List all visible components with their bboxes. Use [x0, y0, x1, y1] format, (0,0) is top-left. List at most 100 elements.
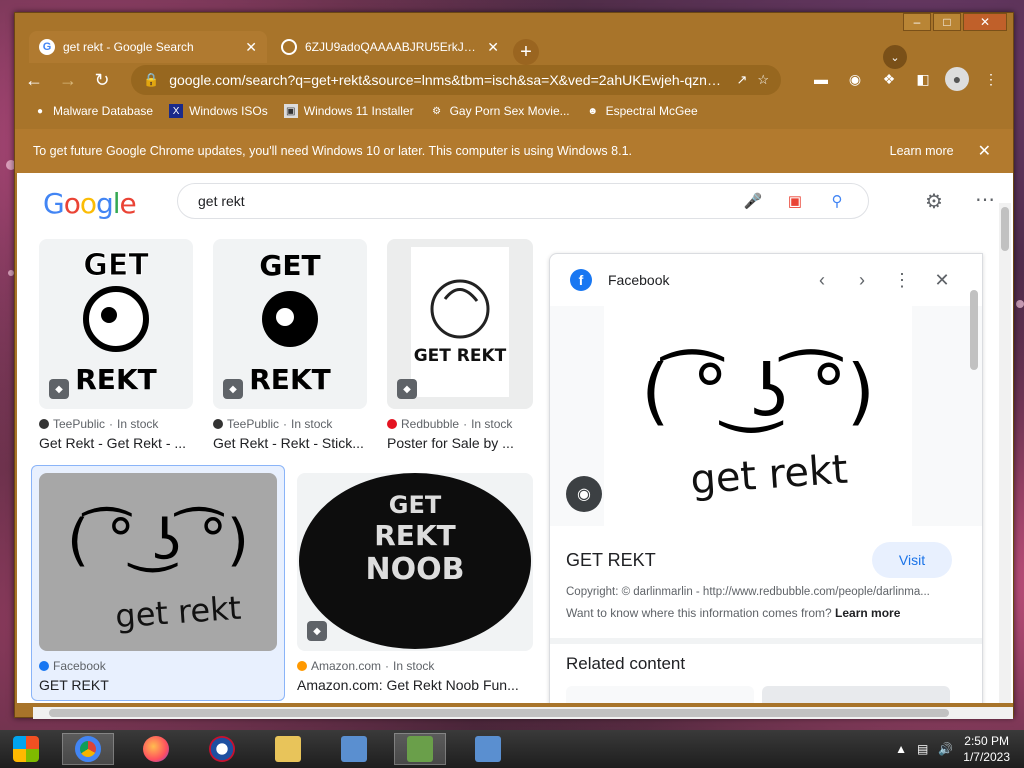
- result-image[interactable]: GET REKT ◆: [213, 239, 367, 409]
- profile-avatar-icon[interactable]: ●: [945, 67, 969, 91]
- update-infobar: To get future Google Chrome updates, you…: [15, 129, 1013, 173]
- firefox-taskbar-button[interactable]: [130, 733, 182, 765]
- sticker-rekt-text: REKT: [75, 363, 156, 396]
- extension-avatar-icon[interactable]: ◉: [843, 67, 867, 91]
- globe-favicon-icon: [281, 39, 297, 55]
- tab-google-search[interactable]: G get rekt - Google Search ✕: [29, 31, 267, 63]
- bookmark-label: Gay Porn Sex Movie...: [449, 104, 570, 118]
- result-source: Facebook: [39, 659, 106, 673]
- infobar-learn-more-link[interactable]: Learn more: [890, 144, 954, 158]
- address-bar[interactable]: 🔒 google.com/search?q=get+rekt&source=ln…: [131, 65, 781, 95]
- users-icon: [407, 736, 433, 762]
- toolbar-actions: ▬ ◉ ❖ ◧ ● ⋮: [809, 67, 1003, 91]
- previous-chevron-icon[interactable]: ‹: [802, 270, 842, 291]
- volume-icon[interactable]: 🔊: [938, 742, 953, 756]
- lenny-face-image: ( ͡° ͜ʖ ͡°) get rekt: [641, 349, 875, 503]
- camera-lens-icon[interactable]: ▣: [784, 192, 806, 210]
- menu-kebab-icon[interactable]: ⋮: [979, 67, 1003, 91]
- sticker-get-text: GET: [259, 249, 320, 282]
- tab-close-icon[interactable]: ✕: [487, 39, 499, 56]
- bookmark-item[interactable]: ⚙ Gay Porn Sex Movie...: [430, 104, 570, 118]
- result-title[interactable]: GET REKT: [39, 677, 277, 693]
- google-header: Google get rekt 🎤 ▣ ⚲ ⚙ ⋯: [17, 173, 1013, 231]
- bookmark-item[interactable]: ☻ Espectral McGee: [586, 104, 697, 118]
- search-input[interactable]: get rekt 🎤 ▣ ⚲: [177, 183, 869, 219]
- result-title[interactable]: Poster for Sale by ...: [387, 435, 533, 451]
- result-image[interactable]: GET REKT NOOB ◆: [297, 473, 533, 651]
- tab-close-icon[interactable]: ✕: [245, 39, 257, 56]
- settings-gear-icon[interactable]: ⚙: [925, 189, 943, 214]
- bookmark-star-icon[interactable]: ☆: [757, 72, 769, 88]
- info-source-text: Want to know where this information come…: [566, 606, 832, 620]
- panel-scrollbar[interactable]: [970, 270, 978, 703]
- bookmark-label: Malware Database: [53, 104, 154, 118]
- back-button[interactable]: ←: [19, 65, 49, 95]
- side-panel-icon[interactable]: ◧: [911, 67, 935, 91]
- extension-flag-icon[interactable]: ▬: [809, 67, 833, 91]
- teepublic-icon: [213, 419, 223, 429]
- taskbar-app[interactable]: [394, 733, 446, 765]
- next-chevron-icon[interactable]: ›: [842, 270, 882, 291]
- bookmark-item[interactable]: ▣ Windows 11 Installer: [283, 104, 414, 118]
- google-logo[interactable]: Google: [43, 187, 137, 220]
- stock-separator: ·: [109, 417, 114, 431]
- result-title[interactable]: Get Rekt - Rekt - Stick...: [213, 435, 367, 451]
- panel-site-name[interactable]: Facebook: [608, 272, 802, 288]
- source-name: Amazon.com: [311, 659, 382, 673]
- reload-button[interactable]: ↻: [87, 65, 117, 95]
- more-options-icon[interactable]: ⋮: [882, 270, 922, 291]
- result-title[interactable]: Amazon.com: Get Rekt Noob Fun...: [297, 677, 533, 693]
- url-text: google.com/search?q=get+rekt&source=lnms…: [169, 72, 727, 88]
- gear-favicon-icon: ⚙: [432, 105, 442, 117]
- apps-grid-icon[interactable]: ⋯: [975, 187, 995, 212]
- page-scrollbar[interactable]: [999, 203, 1011, 703]
- chrome-taskbar-button[interactable]: [62, 733, 114, 765]
- result-title[interactable]: Get Rekt - Get Rekt - ...: [39, 435, 193, 451]
- stock-status: In stock: [471, 417, 513, 431]
- close-panel-icon[interactable]: ✕: [922, 270, 962, 291]
- tab-image[interactable]: 6ZJU9adoQAAAABJRU5ErkJggg ✕: [271, 31, 509, 63]
- tab-strip: G get rekt - Google Search ✕ 6ZJU9adoQAA…: [15, 27, 1013, 69]
- result-image[interactable]: GET REKT ◆: [387, 239, 533, 409]
- lock-icon[interactable]: 🔒: [143, 72, 159, 88]
- show-hidden-icons-icon[interactable]: ▲: [895, 742, 907, 756]
- bookmark-favicon-icon: ●: [36, 105, 44, 117]
- infobar-close-icon[interactable]: ✕: [978, 141, 991, 161]
- visit-button[interactable]: Visit: [872, 542, 952, 578]
- microphone-icon[interactable]: 🎤: [742, 192, 764, 210]
- x-logo-icon: X: [169, 104, 184, 118]
- google-lens-icon[interactable]: ◉: [566, 476, 602, 512]
- face-favicon-icon: ☻: [587, 105, 598, 117]
- bookmark-item[interactable]: ● Malware Database: [33, 104, 153, 118]
- browser-window: – □ ✕ G get rekt - Google Search ✕ 6ZJU9…: [14, 12, 1014, 719]
- panel-image[interactable]: ( ͡° ͜ʖ ͡°) get rekt ◉: [550, 306, 982, 526]
- page-content: Google get rekt 🎤 ▣ ⚲ ⚙ ⋯ GET REKT ◆ Tee…: [17, 173, 1013, 703]
- horizontal-scrollbar[interactable]: [33, 707, 1013, 719]
- clock[interactable]: 2:50 PM 1/7/2023: [963, 733, 1010, 765]
- forward-button[interactable]: →: [53, 65, 83, 95]
- related-thumbnail[interactable]: [762, 686, 950, 703]
- new-tab-button[interactable]: +: [513, 39, 539, 65]
- taskbar-app[interactable]: [196, 733, 248, 765]
- bookmark-item[interactable]: X Windows ISOs: [169, 104, 268, 118]
- bookmark-label: Windows ISOs: [189, 104, 268, 118]
- search-icon[interactable]: ⚲: [826, 192, 848, 210]
- extensions-puzzle-icon[interactable]: ❖: [877, 67, 901, 91]
- poster-text: GET REKT: [414, 346, 507, 366]
- get-rekt-caption: get rekt: [114, 589, 242, 636]
- source-name: TeePublic: [227, 417, 280, 431]
- result-image[interactable]: GET REKT ◆: [39, 239, 193, 409]
- facebook-icon: f: [570, 269, 592, 291]
- bookmarks-bar: ● Malware Database X Windows ISOs ▣ Wind…: [15, 99, 1013, 123]
- taskbar-app[interactable]: [328, 733, 380, 765]
- tab-title: 6ZJU9adoQAAAABJRU5ErkJggg: [305, 40, 480, 54]
- learn-more-link[interactable]: Learn more: [835, 606, 900, 620]
- network-icon[interactable]: ▤: [917, 742, 928, 756]
- file-explorer-taskbar-button[interactable]: [262, 733, 314, 765]
- related-thumbnail[interactable]: [566, 686, 754, 703]
- share-icon[interactable]: ↗: [736, 72, 747, 88]
- result-image[interactable]: ( ͡° ͜ʖ ͡°) get rekt: [39, 473, 277, 651]
- start-button[interactable]: [0, 733, 52, 765]
- image-icon: ▣: [283, 104, 298, 118]
- taskbar-app[interactable]: [462, 733, 514, 765]
